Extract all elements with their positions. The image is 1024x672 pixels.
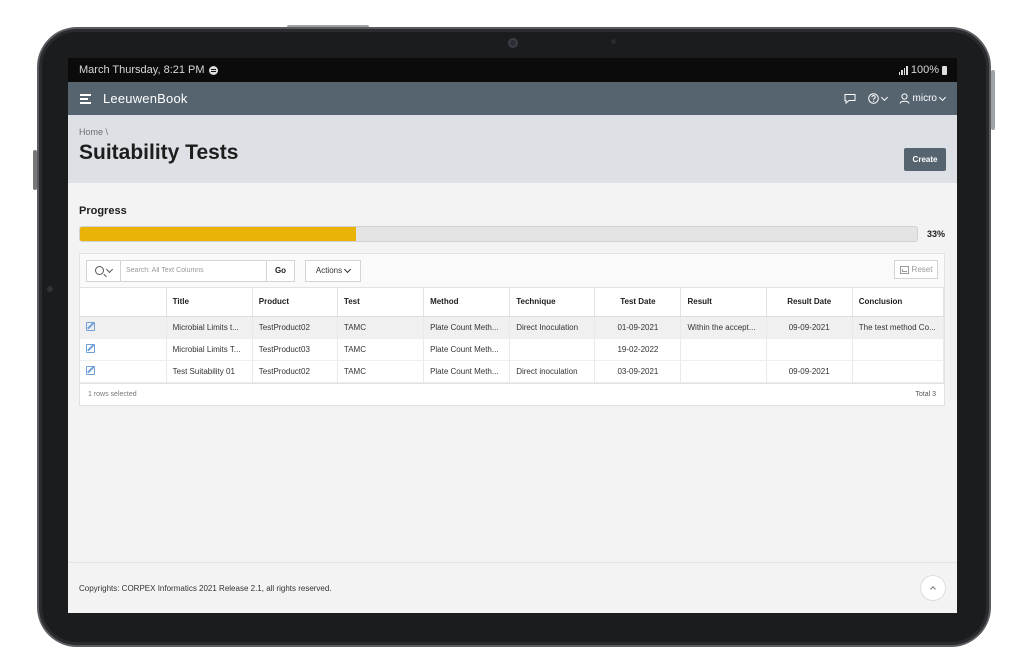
reset-label: Reset [911, 265, 933, 274]
column-header[interactable]: Technique [509, 288, 596, 317]
cell-result-date [766, 338, 853, 361]
status-bar: March Thursday, 8:21 PM 100% [68, 58, 957, 82]
cell-title: Microbial Limits T... [166, 338, 253, 361]
breadcrumb[interactable]: Home \ [79, 127, 946, 137]
device-button [991, 70, 995, 130]
column-header[interactable]: Test [337, 288, 425, 317]
interactive-report: Go Actions Reset Title [79, 253, 945, 406]
reset-button[interactable]: Reset [894, 260, 938, 279]
progress-fill [80, 227, 357, 241]
search-input[interactable] [121, 260, 266, 281]
cell-result-date: 09-09-2021 [766, 360, 853, 383]
cell-test-date: 19-02-2022 [594, 338, 682, 361]
page-footer: Copyrights: CORPEX Informatics 2021 Rele… [68, 562, 957, 613]
scroll-to-top-button[interactable] [920, 575, 946, 601]
user-name: micro [912, 93, 937, 104]
chevron-down-icon [105, 265, 114, 273]
cell-result [680, 360, 767, 383]
progress-label: Progress [79, 205, 127, 217]
column-header[interactable]: Test Date [594, 288, 682, 317]
cell-product: TestProduct02 [252, 316, 338, 339]
column-header[interactable]: Result [680, 288, 767, 317]
cell-test: TAMC [337, 360, 425, 383]
user-menu[interactable]: micro [899, 93, 947, 104]
copyright-text: Copyrights: CORPEX Informatics 2021 Rele… [79, 583, 332, 593]
cell-technique: Direct inoculation [509, 360, 596, 383]
cell-conclusion [852, 338, 945, 361]
reset-icon [899, 265, 909, 274]
battery-percent: 100% [910, 64, 939, 76]
chat-icon[interactable] [844, 93, 856, 104]
report-toolbar: Go Actions Reset [80, 254, 944, 288]
table-row[interactable]: Microbial Limits T... TestProduct03 TAMC… [80, 338, 945, 361]
actions-menu-button[interactable]: Actions [305, 259, 361, 282]
chevron-up-icon [930, 586, 936, 592]
report-footer: 1 rows selected Total 3 [80, 382, 944, 405]
edit-icon[interactable] [86, 321, 95, 331]
sensor-dot [611, 39, 616, 44]
cell-test: TAMC [337, 338, 425, 361]
cell-title: Microbial Limits t... [166, 316, 253, 339]
total-count: Total 3 [915, 390, 936, 398]
cell-result-date: 09-09-2021 [766, 316, 853, 339]
cell-method: Plate Count Meth... [423, 338, 511, 361]
edit-icon[interactable] [86, 343, 95, 353]
cell-conclusion: The test method Co... [852, 316, 945, 339]
cell-result [680, 338, 767, 361]
cell-technique [509, 338, 596, 361]
column-header[interactable]: Result Date [766, 288, 853, 317]
chevron-down-icon [344, 265, 352, 273]
cell-test: TAMC [337, 316, 425, 339]
app-name[interactable]: LeeuwenBook [103, 91, 188, 106]
column-header[interactable]: Title [166, 288, 253, 317]
page-title: Suitability Tests [79, 141, 239, 164]
cell-method: Plate Count Meth... [423, 360, 511, 383]
search-column-selector[interactable] [87, 260, 121, 281]
progress-percent: 33% [927, 229, 946, 239]
screen: March Thursday, 8:21 PM 100% LeeuwenBook [68, 58, 957, 613]
chevron-down-icon [880, 93, 888, 101]
actions-label: Actions [315, 266, 343, 275]
cell-product: TestProduct02 [252, 360, 338, 383]
camera-icon [508, 38, 518, 48]
menu-icon[interactable] [80, 94, 91, 104]
message-icon [208, 65, 218, 75]
search-group: Go [86, 259, 295, 282]
column-header[interactable]: Method [423, 288, 511, 317]
status-datetime: March Thursday, 8:21 PM [79, 64, 205, 76]
cell-test-date: 01-09-2021 [594, 316, 682, 339]
cell-technique: Direct Inoculation [509, 316, 596, 339]
cell-conclusion [852, 360, 945, 383]
column-header[interactable]: Product [252, 288, 338, 317]
table-row[interactable]: Test Suitability 01 TestProduct02 TAMC P… [80, 360, 945, 383]
column-header-edit [80, 288, 167, 317]
cell-method: Plate Count Meth... [423, 316, 511, 339]
table-header-row: Title Product Test Method Technique Test… [80, 288, 945, 317]
chevron-down-icon [938, 93, 947, 101]
battery-icon [942, 65, 947, 75]
create-button[interactable]: Create [904, 148, 946, 171]
selection-count: 1 rows selected [88, 390, 137, 398]
side-sensor [47, 286, 53, 292]
report-table: Title Product Test Method Technique Test… [80, 288, 945, 383]
table-row[interactable]: Microbial Limits t... TestProduct02 TAMC… [80, 316, 945, 339]
cell-result: Within the accept... [680, 316, 767, 339]
title-region: Home \ Suitability Tests Create [68, 115, 957, 183]
edit-icon[interactable] [86, 365, 95, 375]
help-menu[interactable] [867, 93, 888, 104]
signal-icon [898, 65, 908, 75]
go-button[interactable]: Go [266, 260, 294, 281]
cell-test-date: 03-09-2021 [594, 360, 682, 383]
user-icon [899, 93, 910, 104]
app-header: LeeuwenBook micro [68, 82, 957, 115]
help-icon [867, 93, 879, 104]
cell-title: Test Suitability 01 [166, 360, 253, 383]
search-icon [95, 266, 104, 275]
column-header[interactable]: Conclusion [852, 288, 945, 317]
cell-product: TestProduct03 [252, 338, 338, 361]
progress-bar [79, 226, 918, 242]
